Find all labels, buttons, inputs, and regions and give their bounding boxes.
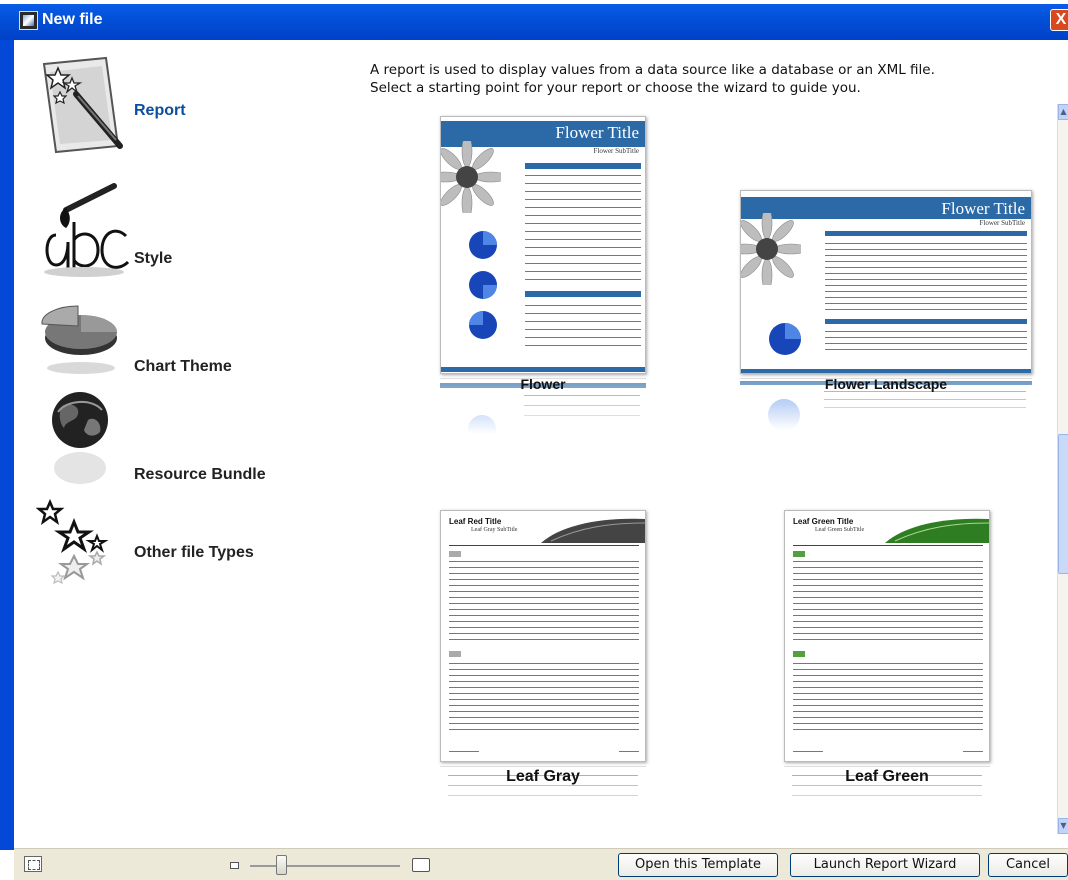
sidebar-item-other-file-types[interactable]: Other file Types [14, 498, 334, 598]
zoom-in-icon[interactable] [412, 858, 430, 872]
sidebar-item-label: Resource Bundle [134, 466, 266, 483]
style-icon [36, 180, 136, 280]
scroll-down-arrow[interactable]: ▼ [1058, 818, 1068, 834]
thumbnail-title: Flower Title [941, 199, 1025, 218]
sidebar-item-report[interactable]: Report [14, 54, 334, 154]
template-thumbnail: Leaf Green Title Leaf Green SubTitle [784, 510, 990, 762]
description-line-1: A report is used to display values from … [370, 62, 935, 78]
open-template-button[interactable]: Open this Template [618, 853, 778, 877]
window-frame-left [0, 40, 14, 850]
scroll-up-arrow[interactable]: ▲ [1058, 104, 1068, 120]
zoom-slider-thumb[interactable] [276, 855, 287, 875]
zoom-slider-track[interactable] [250, 865, 400, 867]
pie-charts [469, 231, 497, 339]
template-gallery: Flower Title Flower SubTitle Flower Flow… [350, 104, 1058, 834]
close-button[interactable]: X [1050, 9, 1068, 31]
template-flower[interactable]: Flower Title Flower SubTitle Flower [440, 116, 646, 436]
template-thumbnail: Flower Title Flower SubTitle [440, 116, 646, 374]
thumbnail-subtitle: Leaf Gray SubTitle [471, 527, 518, 533]
vertical-scrollbar[interactable]: ▲ ▼ [1057, 104, 1068, 834]
thumbnail-title: Leaf Green Title [793, 517, 854, 526]
app-icon [19, 11, 38, 30]
bottom-toolbar: Open this Template Launch Report Wizard … [14, 848, 1068, 880]
template-leaf-gray[interactable]: Leaf Red Title Leaf Gray SubTitle Leaf G… [440, 510, 646, 820]
fit-to-window-icon[interactable] [24, 856, 42, 872]
thumbnail-subtitle: Flower SubTitle [979, 219, 1025, 227]
leaf-image [885, 518, 989, 543]
resource-bundle-icon [36, 390, 136, 490]
template-label: Leaf Gray [506, 768, 580, 785]
description-line-2: Select a starting point for your report … [370, 80, 861, 96]
sidebar-item-label: Style [134, 250, 173, 267]
sidebar-item-label: Chart Theme [134, 358, 232, 375]
description-text: A report is used to display values from … [370, 61, 1020, 97]
report-icon [36, 54, 136, 154]
window-title: New file [42, 11, 103, 28]
chart-theme-icon [36, 280, 136, 380]
flower-image [441, 141, 501, 213]
flower-image [741, 213, 801, 285]
file-type-sidebar: Report Style Chart Theme Resource Bundle… [14, 40, 344, 850]
launch-wizard-button[interactable]: Launch Report Wizard [790, 853, 980, 877]
thumbnail-subtitle: Leaf Green SubTitle [815, 527, 865, 533]
zoom-out-icon[interactable] [230, 862, 239, 869]
leaf-image [541, 518, 645, 543]
title-bar: New file X [0, 0, 1068, 40]
sidebar-item-chart-theme[interactable]: Chart Theme [14, 280, 334, 380]
template-label: Flower Landscape [824, 376, 948, 392]
sidebar-item-label: Report [134, 102, 186, 119]
thumbnail-title: Leaf Red Title [449, 517, 502, 526]
template-label: Flower [520, 376, 566, 392]
sidebar-item-style[interactable]: Style [14, 180, 334, 280]
cancel-button[interactable]: Cancel [988, 853, 1068, 877]
template-thumbnail: Flower Title Flower SubTitle [740, 190, 1032, 374]
stars-icon [35, 498, 136, 598]
thumbnail-title: Flower Title [555, 123, 639, 142]
sidebar-item-resource-bundle[interactable]: Resource Bundle [14, 390, 334, 490]
sidebar-item-label: Other file Types [134, 544, 254, 561]
template-label: Leaf Green [845, 768, 929, 785]
template-thumbnail: Leaf Red Title Leaf Gray SubTitle [440, 510, 646, 762]
pie-chart [769, 323, 801, 355]
template-leaf-green[interactable]: Leaf Green Title Leaf Green SubTitle Lea… [784, 510, 990, 820]
scroll-thumb[interactable] [1058, 434, 1068, 574]
template-flower-landscape[interactable]: Flower Title Flower SubTitle Flower Land… [740, 190, 1032, 434]
thumbnail-subtitle: Flower SubTitle [593, 147, 639, 155]
